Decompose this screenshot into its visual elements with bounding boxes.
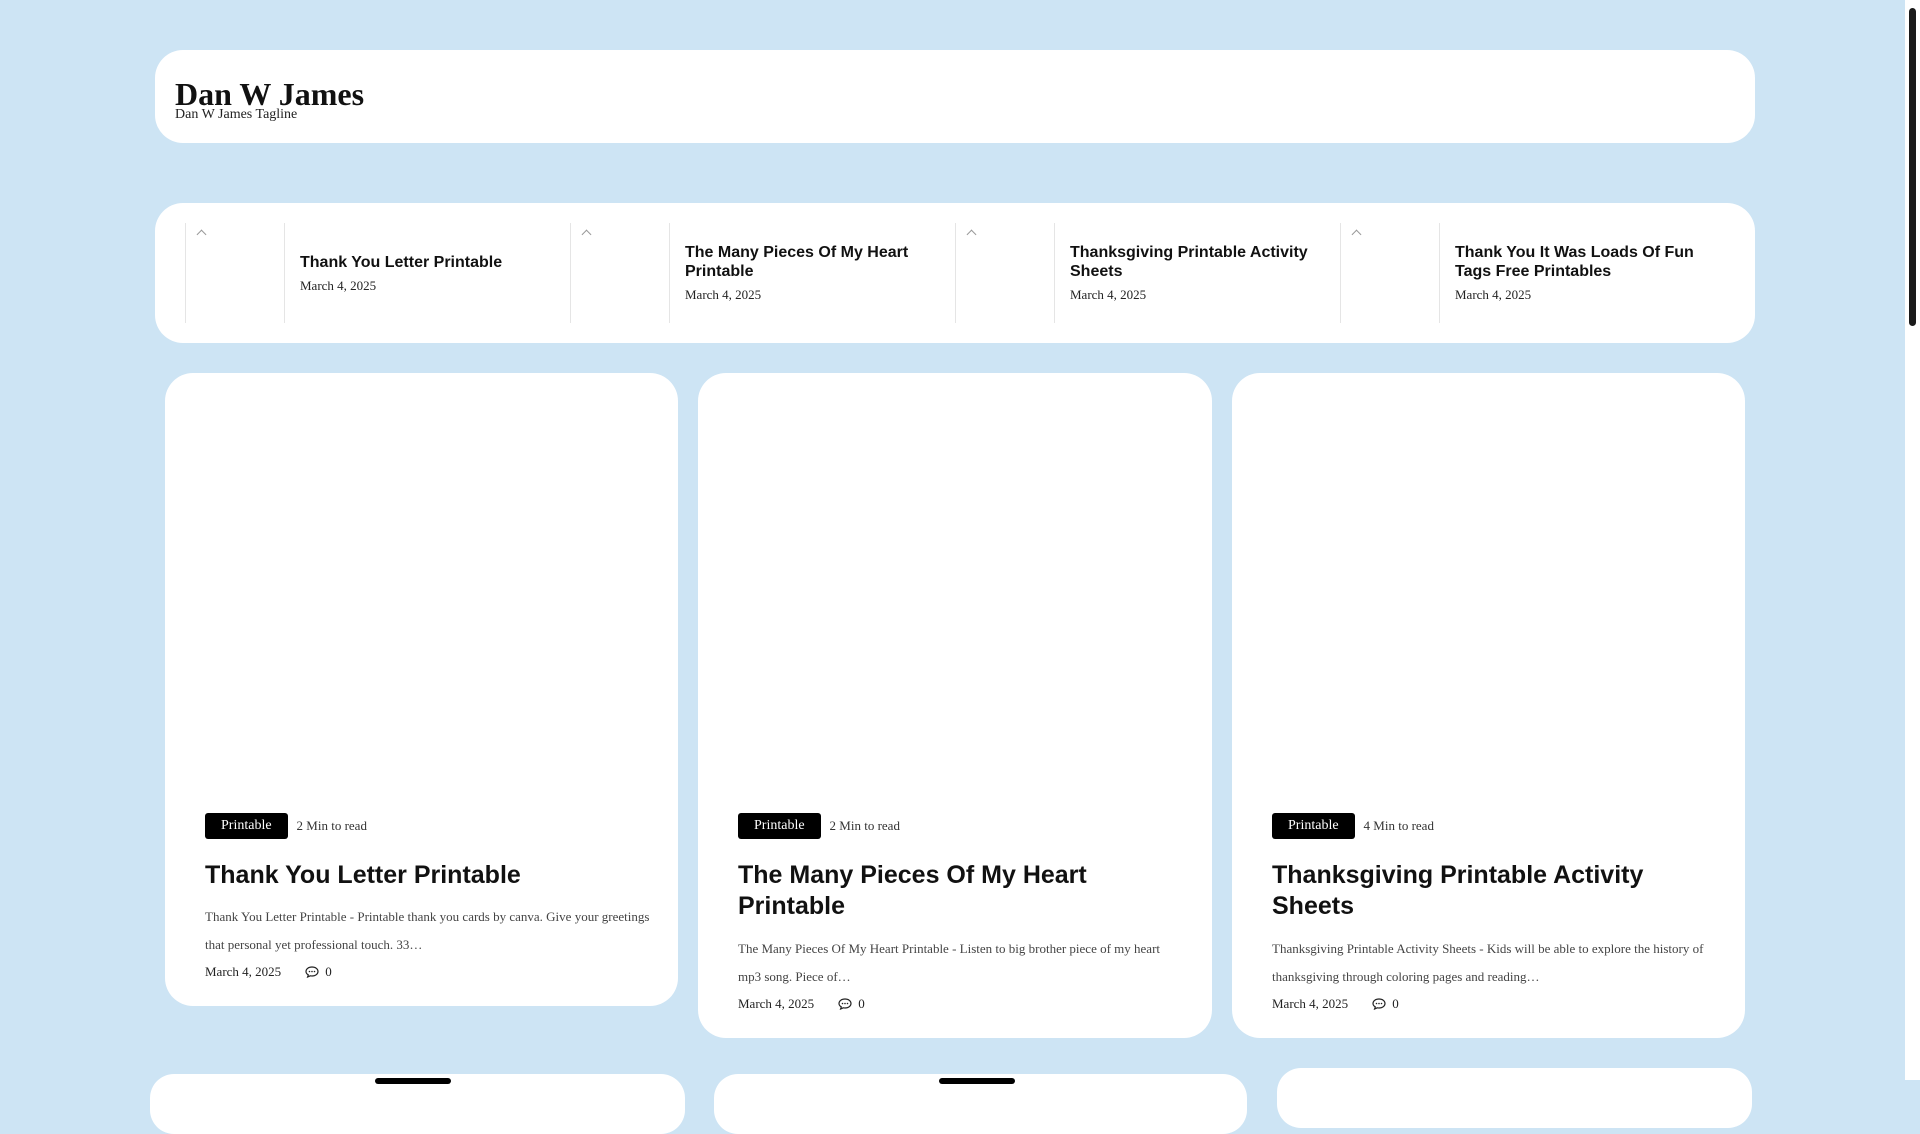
featured-post-date: March 4, 2025 [1070, 287, 1147, 302]
post-footer: March 4, 2025 0 [738, 996, 865, 1012]
post-excerpt: The Many Pieces Of My Heart Printable - … [738, 941, 1161, 984]
post-date: March 4, 2025 [205, 964, 282, 979]
page-scrollbar[interactable] [1905, 0, 1920, 1080]
featured-post-date: March 4, 2025 [1455, 287, 1532, 302]
post-card-next [714, 1074, 1247, 1134]
featured-post-thumbnail[interactable] [185, 223, 285, 323]
read-time: 2 Min to read [296, 818, 367, 833]
featured-post-item[interactable]: Thank You It Was Loads Of Fun Tags Free … [1340, 223, 1725, 323]
comment-count[interactable]: 0 [858, 996, 865, 1012]
post-thumbnail[interactable] [698, 373, 1212, 803]
featured-post-title[interactable]: Thank You It Was Loads Of Fun Tags Free … [1455, 243, 1715, 281]
post-excerpt: Thank You Letter Printable - Printable t… [205, 909, 650, 952]
comment-count[interactable]: 0 [1392, 996, 1399, 1012]
post-card: Printable 2 Min to read The Many Pieces … [698, 373, 1212, 1038]
featured-post-item[interactable]: The Many Pieces Of My Heart Printable Ma… [570, 223, 955, 323]
post-meta: Printable 2 Min to read [205, 813, 367, 839]
featured-post-title[interactable]: Thank You Letter Printable [300, 253, 560, 272]
scrollbar-thumb[interactable] [1909, 8, 1916, 326]
comment-count[interactable]: 0 [325, 964, 332, 980]
category-badge[interactable]: Printable [205, 813, 288, 839]
featured-post-thumbnail[interactable] [1340, 223, 1440, 323]
post-card: Printable 2 Min to read Thank You Letter… [165, 373, 678, 1006]
comment-icon [305, 966, 319, 978]
comment-icon [1372, 998, 1386, 1010]
featured-post-item[interactable]: Thanksgiving Printable Activity Sheets M… [955, 223, 1340, 323]
featured-post-title[interactable]: Thanksgiving Printable Activity Sheets [1070, 243, 1330, 281]
broken-image-icon [1351, 229, 1362, 240]
featured-post-thumbnail[interactable] [570, 223, 670, 323]
broken-image-icon [581, 229, 592, 240]
post-meta: Printable 2 Min to read [738, 813, 900, 839]
read-time: 4 Min to read [1363, 818, 1434, 833]
category-badge [939, 1078, 1015, 1084]
post-title[interactable]: The Many Pieces Of My Heart Printable [738, 860, 1183, 922]
site-header: Dan W James Dan W James Tagline [155, 50, 1755, 143]
post-meta: Printable 4 Min to read [1272, 813, 1434, 839]
featured-posts-strip: Thank You Letter Printable March 4, 2025… [155, 203, 1755, 343]
broken-image-icon [966, 229, 977, 240]
category-badge[interactable]: Printable [1272, 813, 1355, 839]
post-card: Printable 4 Min to read Thanksgiving Pri… [1232, 373, 1745, 1038]
featured-post-thumbnail[interactable] [955, 223, 1055, 323]
site-tagline: Dan W James Tagline [175, 107, 298, 122]
read-time: 2 Min to read [829, 818, 900, 833]
category-badge[interactable]: Printable [738, 813, 821, 839]
post-title[interactable]: Thank You Letter Printable [205, 860, 650, 891]
post-excerpt: Thanksgiving Printable Activity Sheets -… [1272, 941, 1704, 984]
post-thumbnail[interactable] [1232, 373, 1745, 803]
post-card-next [150, 1074, 685, 1134]
comment-icon [838, 998, 852, 1010]
featured-post-date: March 4, 2025 [685, 287, 762, 302]
post-title[interactable]: Thanksgiving Printable Activity Sheets [1272, 860, 1717, 922]
broken-image-icon [196, 229, 207, 240]
featured-post-item[interactable]: Thank You Letter Printable March 4, 2025 [185, 223, 570, 323]
category-badge [375, 1078, 451, 1084]
featured-post-title[interactable]: The Many Pieces Of My Heart Printable [685, 243, 945, 281]
post-date: March 4, 2025 [1272, 996, 1349, 1011]
post-footer: March 4, 2025 0 [1272, 996, 1399, 1012]
post-card-next [1277, 1068, 1752, 1128]
post-footer: March 4, 2025 0 [205, 964, 332, 980]
post-date: March 4, 2025 [738, 996, 815, 1011]
post-thumbnail[interactable] [165, 373, 678, 803]
featured-post-date: March 4, 2025 [300, 277, 377, 293]
